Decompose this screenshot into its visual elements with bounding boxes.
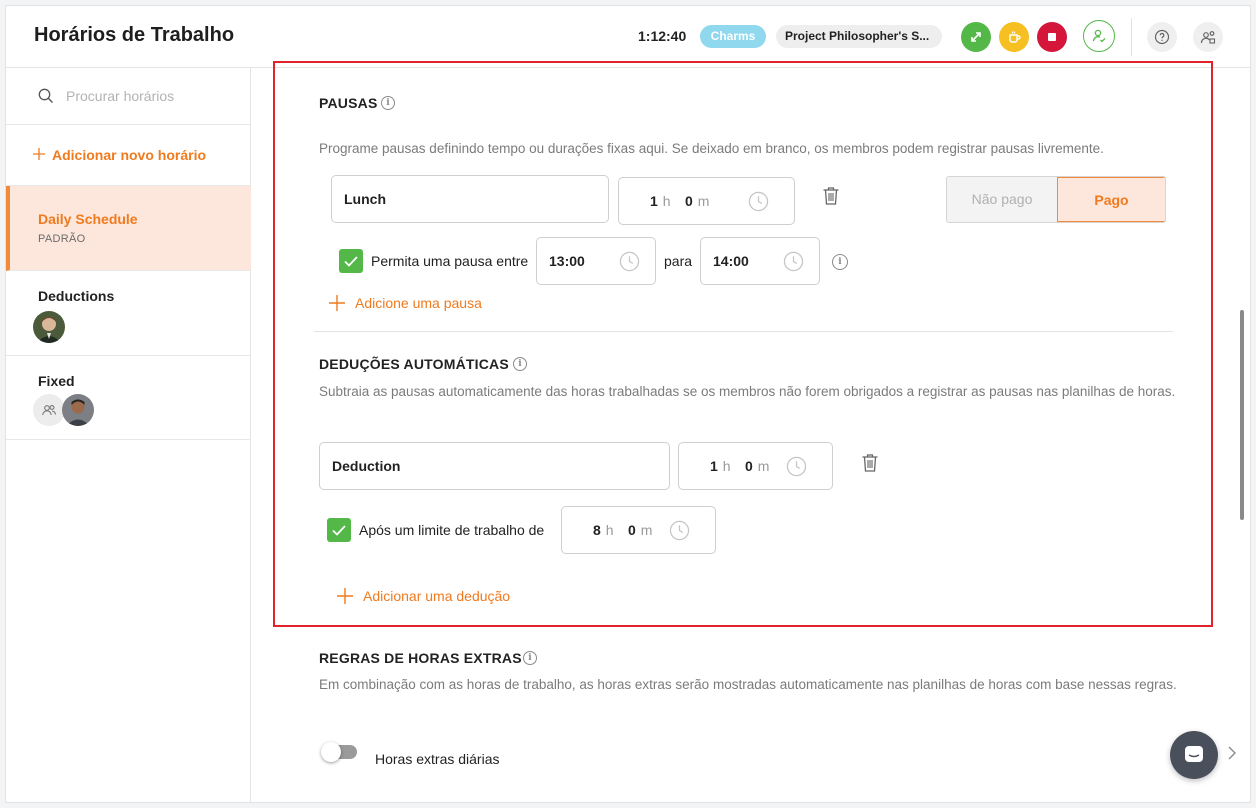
top-header: Horários de Trabalho 1:12:40 Charms Proj… [6, 6, 1250, 68]
clock-icon [783, 251, 804, 272]
help-button[interactable] [1147, 22, 1177, 52]
break-minutes: 0m [685, 193, 710, 209]
deduction-hours: 1h [710, 458, 731, 474]
breaks-description: Programe pausas definindo tempo ou duraç… [319, 141, 1104, 156]
deductions-description: Subtraia as pausas automaticamente das h… [319, 384, 1176, 399]
chat-launcher-button[interactable] [1170, 731, 1218, 779]
deduction-duration-field[interactable]: 1h 0m [678, 442, 833, 490]
schedule-name: Deductions [38, 288, 115, 304]
switch-task-button[interactable] [961, 22, 991, 52]
clock-icon [669, 520, 690, 541]
break-button[interactable] [999, 22, 1029, 52]
team-settings-button[interactable] [1193, 22, 1223, 52]
deduction-name-value: Deduction [332, 458, 401, 474]
team-gear-icon [1200, 31, 1216, 44]
overtime-section-title: REGRAS DE HORAS EXTRAS [319, 650, 522, 666]
switch-arrows-icon [971, 32, 981, 42]
delete-deduction-icon[interactable] [861, 453, 879, 473]
avatar [62, 394, 94, 426]
add-break-button[interactable]: Adicione uma pausa [355, 295, 482, 311]
check-icon [332, 525, 346, 536]
section-divider [314, 331, 1173, 332]
stop-icon [1048, 33, 1056, 41]
stop-timer-button[interactable] [1037, 22, 1067, 52]
avatar [33, 311, 65, 343]
deduction-name-field[interactable]: Deduction [319, 442, 670, 490]
unpaid-option[interactable]: Não pago [947, 177, 1057, 222]
work-limit-checkbox[interactable] [327, 518, 351, 542]
schedule-name: Daily Schedule [38, 211, 138, 227]
check-icon [344, 256, 358, 267]
user-check-icon [1092, 29, 1106, 43]
delete-break-icon[interactable] [822, 186, 840, 206]
group-avatar [33, 394, 65, 426]
overtime-info-icon[interactable]: i [523, 651, 537, 665]
add-deduction-plus-icon [337, 588, 353, 604]
coffee-cup-icon [1009, 31, 1021, 43]
break-start-field[interactable]: 13:00 [536, 237, 656, 285]
paid-toggle-group: Não pago Pago [946, 176, 1166, 223]
sidebar-item-fixed[interactable]: Fixed [6, 356, 251, 440]
project-pill[interactable]: Project Philosopher's S... [776, 25, 942, 48]
overtime-description: Em combinação com as horas de trabalho, … [319, 677, 1177, 692]
search-bar [6, 68, 251, 125]
member-photo [33, 311, 65, 343]
work-limit-field[interactable]: 8h 0m [561, 506, 716, 554]
break-hours: 1h [650, 193, 671, 209]
toggle-knob [321, 742, 341, 762]
allow-break-label: Permita uma pausa entre [371, 253, 529, 269]
header-divider [1131, 18, 1132, 56]
deductions-info-icon[interactable]: i [513, 357, 527, 371]
break-name-field[interactable]: Lunch [331, 175, 609, 223]
sidebar-item-deductions[interactable]: Deductions [6, 271, 251, 356]
break-end-value: 14:00 [713, 253, 749, 269]
clock-icon [619, 251, 640, 272]
chat-bubble-icon [1185, 746, 1203, 762]
break-end-field[interactable]: 14:00 [700, 237, 820, 285]
chevron-right-icon[interactable] [1227, 745, 1237, 761]
question-icon [1154, 29, 1170, 45]
plus-icon [33, 148, 45, 160]
deduction-minutes: 0m [745, 458, 770, 474]
breaks-section-title: PAUSAS [319, 95, 378, 111]
add-schedule-button[interactable]: Adicionar novo horário [6, 125, 251, 186]
schedule-name: Fixed [38, 373, 75, 389]
users-icon [42, 405, 57, 416]
work-limit-label: Após um limite de trabalho de [359, 522, 545, 538]
allow-break-checkbox[interactable] [339, 249, 363, 273]
search-icon [38, 88, 53, 103]
break-duration-field[interactable]: 1h 0m [618, 177, 795, 225]
member-photo [62, 394, 94, 426]
add-schedule-label: Adicionar novo horário [52, 147, 207, 163]
user-status-button[interactable] [1083, 20, 1115, 52]
client-pill[interactable]: Charms [700, 25, 766, 48]
breaks-info-icon[interactable]: i [381, 96, 395, 110]
add-deduction-button[interactable]: Adicionar uma dedução [363, 588, 510, 604]
to-label: para [664, 253, 693, 269]
limit-minutes: 0m [628, 522, 653, 538]
default-badge: PADRÃO [38, 233, 86, 245]
limit-hours: 8h [593, 522, 614, 538]
daily-overtime-toggle[interactable] [321, 742, 357, 762]
add-break-plus-icon [329, 295, 345, 311]
paid-option[interactable]: Pago [1057, 177, 1165, 222]
break-window-info-icon[interactable]: i [832, 254, 848, 270]
timer-display[interactable]: 1:12:40 [638, 28, 686, 44]
clock-icon [748, 191, 769, 212]
break-name-value: Lunch [344, 191, 386, 207]
deductions-section-title: DEDUÇÕES AUTOMÁTICAS [319, 356, 509, 372]
daily-overtime-label: Horas extras diárias [375, 751, 500, 767]
clock-icon [786, 456, 807, 477]
sidebar: Adicionar novo horário Daily Schedule PA… [6, 68, 251, 802]
page-scrollbar[interactable] [1240, 310, 1244, 520]
sidebar-item-daily-schedule[interactable]: Daily Schedule PADRÃO [6, 186, 251, 271]
break-start-value: 13:00 [549, 253, 585, 269]
page-title: Horários de Trabalho [34, 24, 235, 46]
search-input[interactable] [66, 85, 236, 107]
